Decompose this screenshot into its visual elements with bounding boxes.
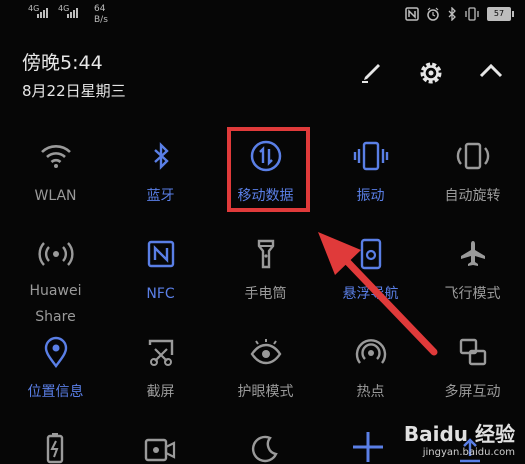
watermark-brand: Baidu 经验 <box>403 422 515 446</box>
watermark-url: jingyan.baidu.com <box>422 447 515 458</box>
watermark: Baidu 经验 jingyan.baidu.com <box>404 418 515 458</box>
annotation-arrow <box>318 232 438 356</box>
